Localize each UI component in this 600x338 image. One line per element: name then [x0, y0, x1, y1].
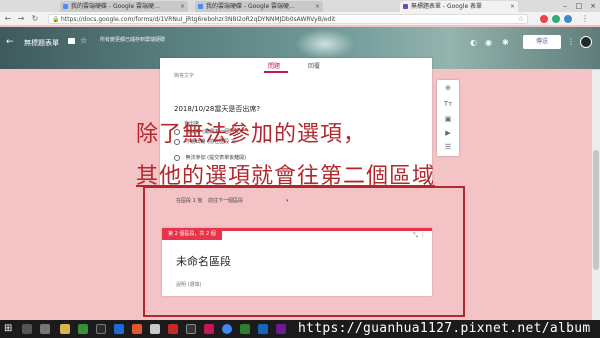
close-icon[interactable]: ×	[180, 1, 185, 12]
app-icon[interactable]	[204, 324, 214, 334]
scrollbar-thumb[interactable]	[593, 150, 599, 270]
page-scrollbar[interactable]	[592, 70, 600, 320]
task-view-icon[interactable]	[40, 324, 50, 334]
app-icon[interactable]	[150, 324, 160, 334]
browser-tab-strip: 我的雲端硬碟 - Google 雲端硬... × 我的雲端硬碟 - Google…	[0, 0, 600, 12]
watermark: https://guanhua1127.pixnet.net/album	[298, 321, 591, 336]
window-close-icon[interactable]: ×	[586, 0, 600, 12]
maximize-icon[interactable]: □	[572, 0, 586, 12]
palette-icon[interactable]: ◐	[470, 38, 477, 47]
add-section-icon[interactable]: ☰	[437, 143, 459, 151]
browser-tab-drive-2[interactable]: 我的雲端硬碟 - Google 雲端硬... ×	[195, 1, 323, 12]
browser-tab-forms[interactable]: 無標題表單 - Google 表單 ×	[400, 1, 518, 12]
drive-favicon-icon	[198, 4, 203, 9]
app-icon[interactable]	[240, 324, 250, 334]
browser-tab-label: 無標題表單 - Google 表單	[411, 3, 483, 10]
tab-questions[interactable]: 問題	[268, 61, 280, 70]
close-icon[interactable]: ×	[510, 1, 515, 12]
add-video-icon[interactable]: ▶	[437, 129, 459, 137]
chrome-icon[interactable]	[222, 324, 232, 334]
settings-gear-icon[interactable]: ✱	[502, 38, 509, 47]
browser-tab-drive-1[interactable]: 我的雲端硬碟 - Google 雲端硬... ×	[60, 1, 188, 12]
url-text: https://docs.google.com/forms/d/1VRNuI_j…	[61, 16, 336, 23]
file-explorer-icon[interactable]	[60, 324, 70, 334]
save-status: 所有變更都已儲存到雲端硬碟	[100, 37, 166, 43]
star-icon[interactable]: ☆	[80, 36, 87, 45]
extension-icon[interactable]	[540, 15, 548, 23]
extension-icon[interactable]	[564, 15, 572, 23]
windows-start-icon[interactable]: ⊞	[4, 323, 12, 335]
forward-icon[interactable]: →	[16, 14, 26, 24]
browser-menu-icon[interactable]: ⋮	[580, 14, 590, 24]
app-icon[interactable]	[96, 324, 106, 334]
back-arrow-icon[interactable]: ←	[6, 37, 14, 47]
add-question-icon[interactable]: ⊕	[437, 84, 459, 92]
secure-lock-icon: 🔒	[52, 16, 60, 23]
send-button[interactable]: 傳送	[523, 35, 561, 49]
app-icon[interactable]	[168, 324, 178, 334]
app-icon[interactable]	[132, 324, 142, 334]
annotation-highlight-box	[143, 186, 465, 317]
form-title[interactable]: 無標題表單	[24, 38, 59, 48]
window-controls: – □ ×	[558, 0, 600, 12]
short-answer-placeholder: 簡答文字	[174, 73, 195, 79]
question-title[interactable]: 2018/10/28當天是否出席?	[174, 104, 260, 114]
app-icon[interactable]	[276, 324, 286, 334]
active-tab-indicator	[264, 71, 288, 73]
annotation-line-1: 除了無法參加的選項，	[136, 122, 367, 147]
side-toolbar: ⊕ Tт ▣ ▶ ☰	[437, 80, 459, 156]
forms-favicon-icon	[403, 4, 408, 9]
app-icon[interactable]	[78, 324, 88, 334]
add-title-icon[interactable]: Tт	[437, 100, 459, 108]
editor-tabs: 問題 回覆	[160, 58, 432, 73]
edge-icon[interactable]	[114, 324, 124, 334]
search-icon[interactable]	[22, 324, 32, 334]
minimize-icon[interactable]: –	[558, 0, 572, 12]
folder-icon[interactable]	[68, 38, 75, 44]
extension-icon[interactable]	[552, 15, 560, 23]
app-icon[interactable]	[186, 324, 196, 334]
more-icon[interactable]: ⋮	[567, 37, 575, 46]
address-bar: ← → ↻ 🔒 https://docs.google.com/forms/d/…	[0, 12, 600, 26]
tab-responses[interactable]: 回覆	[308, 61, 320, 70]
preview-eye-icon[interactable]: ◉	[485, 38, 492, 47]
url-input[interactable]: 🔒 https://docs.google.com/forms/d/1VRNuI…	[48, 14, 528, 24]
browser-tab-label: 我的雲端硬碟 - Google 雲端硬...	[71, 3, 160, 10]
app-icon[interactable]	[258, 324, 268, 334]
add-image-icon[interactable]: ▣	[437, 115, 459, 123]
bookmark-star-icon[interactable]: ☆	[518, 15, 524, 24]
drive-favicon-icon	[63, 4, 68, 9]
close-icon[interactable]: ×	[315, 1, 320, 12]
reload-icon[interactable]: ↻	[30, 14, 40, 24]
avatar[interactable]	[580, 36, 592, 48]
browser-tab-label: 我的雲端硬碟 - Google 雲端硬...	[206, 3, 295, 10]
back-icon[interactable]: ←	[3, 14, 13, 24]
header-decoration	[295, 29, 355, 59]
